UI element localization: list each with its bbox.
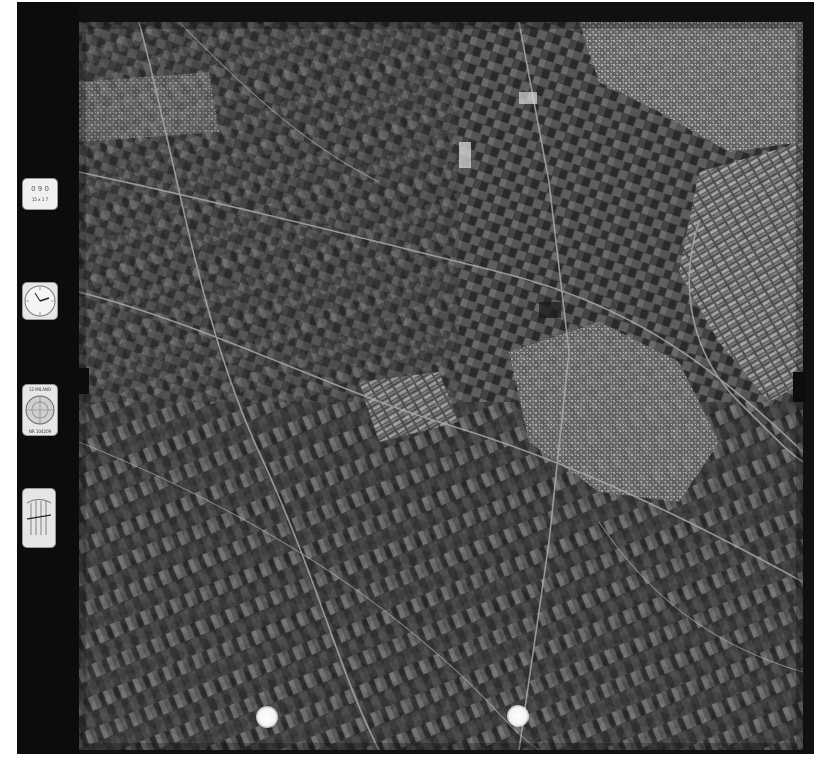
counter-label-top: 0 9 0 [31, 185, 49, 193]
film-hotspot [507, 705, 529, 727]
aerial-photograph [79, 22, 803, 750]
clock-dial [22, 282, 58, 320]
aerial-terrain [79, 22, 803, 750]
film-hotspot [256, 706, 278, 728]
fiducial-left [79, 368, 89, 394]
counter-label-bottom: 15 x 1 7 [31, 197, 49, 202]
clock-icon [24, 285, 56, 317]
gauge-text-bottom: NR 104209 [28, 429, 52, 434]
fiducial-right [793, 372, 805, 402]
altimeter-dial [22, 488, 56, 548]
instrument-strip [17, 2, 79, 754]
frame-counter: 0 9 0 15 x 1 7 [22, 178, 58, 210]
bubble-level-icon [25, 395, 55, 425]
level-gauge: 12 MILANO NR 104209 [22, 384, 58, 436]
altimeter-icon [26, 499, 52, 535]
